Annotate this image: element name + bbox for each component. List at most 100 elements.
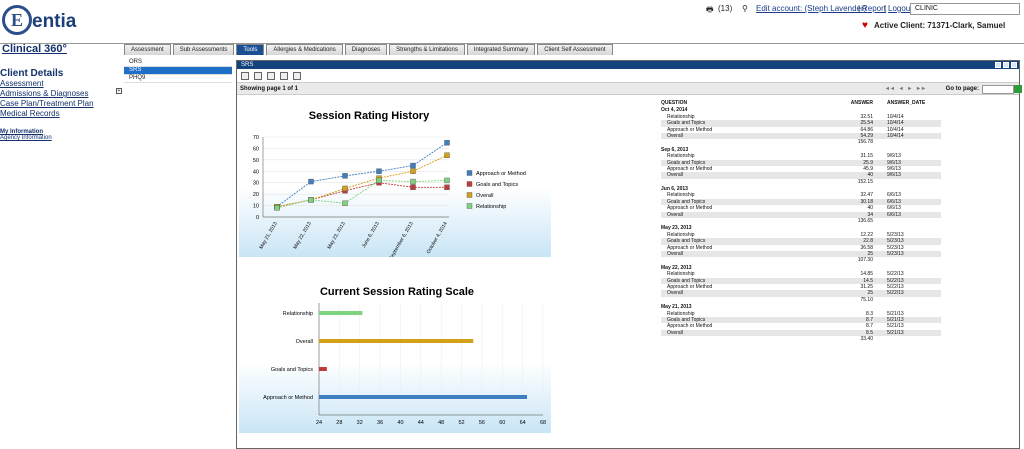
heart-icon: ♥ — [862, 20, 868, 31]
refresh-icon[interactable] — [280, 71, 288, 80]
nav-agency-information[interactable]: Agency Information — [0, 135, 122, 141]
data-point — [308, 178, 314, 185]
bar-approach-or-method — [319, 395, 528, 399]
tab-tools[interactable]: Tools — [236, 44, 265, 55]
col-answer: ANSWER — [850, 100, 873, 106]
data-point — [342, 173, 348, 179]
y-tick-label: 0 — [256, 215, 259, 221]
nav-medical-records[interactable]: Medical Records — [0, 109, 122, 119]
edit-account-link[interactable]: Edit account: (Steph Lavender) — [756, 4, 866, 13]
group-total: 33.40 — [661, 336, 941, 342]
pager-nav-icons[interactable]: ◂◂ ◂ ▸ ▸▸ — [886, 83, 927, 95]
col-question: QUESTION — [661, 100, 688, 106]
legend-label: Overall — [476, 193, 493, 199]
panel-title: SRS — [241, 62, 254, 68]
data-point — [410, 168, 416, 174]
print-icon[interactable] — [267, 71, 275, 80]
cell-date: 5/22/13 — [887, 290, 904, 297]
cell-date: 9/6/13 — [887, 172, 901, 179]
x-tick-label: 52 — [458, 420, 464, 426]
export-icon[interactable] — [254, 71, 262, 80]
go-button[interactable] — [1014, 85, 1022, 93]
nav-admissions[interactable]: Admissions & Diagnoses — [0, 89, 122, 99]
tab-diagnoses[interactable]: Diagnoses — [344, 44, 388, 55]
module-title[interactable]: Clinical 360° — [2, 43, 67, 55]
sublist-item-phq9[interactable]: PHQ9 — [124, 75, 232, 83]
tab-sub-assessments[interactable]: Sub Assessments — [172, 44, 235, 55]
logout-link[interactable]: Logout — [888, 4, 912, 13]
printer-icon[interactable]: 🖶 — [706, 4, 714, 18]
tab-integrated-summary[interactable]: Integrated Summary — [466, 44, 536, 55]
data-point — [274, 205, 280, 211]
active-client: Active Client: 71371-Clark, Samuel — [874, 21, 1006, 30]
legend-label: Approach or Method — [476, 171, 526, 177]
data-point — [410, 162, 416, 169]
x-tick-label: 32 — [357, 420, 363, 426]
nav-case-plan[interactable]: Case Plan/Treatment Plan — [0, 99, 122, 109]
expand-icon[interactable]: + — [116, 88, 122, 94]
nav-assessment[interactable]: Assessment — [0, 79, 122, 89]
cell-date: 5/21/13 — [887, 329, 904, 336]
bar-relationship — [319, 311, 363, 315]
group-total: 136.65 — [661, 218, 941, 224]
data-point — [444, 184, 450, 190]
goto-label: Go to page: — [945, 86, 979, 92]
tab-allergies-medications[interactable]: Allergies & Medications — [266, 44, 343, 55]
series-line-goals-and-topics — [276, 182, 447, 208]
panel-header: SRS — [237, 61, 1019, 69]
col-date: ANSWER_DATE — [887, 100, 926, 106]
tab-assessment[interactable]: Assessment — [124, 44, 171, 55]
data-point — [376, 177, 382, 184]
x-tick-label: 48 — [438, 420, 444, 426]
copy-icon[interactable] — [293, 71, 301, 80]
sublist-item-srs[interactable]: SRS — [124, 67, 232, 75]
cell-total: 156.78 — [857, 139, 873, 146]
data-point — [342, 200, 348, 206]
group-total: 75.10 — [661, 297, 941, 303]
goto-page-input[interactable] — [982, 85, 1014, 94]
legend-label: Goals and Topics — [476, 182, 518, 188]
clinic-select[interactable]: CLINIC — [910, 3, 1020, 15]
legend-label: Relationship — [476, 204, 506, 210]
sublist-item-ors[interactable]: ORS — [124, 59, 232, 67]
scale-chart-box: Current Session Rating Scale 24 28 32 36 40 44… — [239, 275, 551, 433]
page-status: Showing page 1 of 1 — [240, 86, 299, 92]
data-point — [342, 185, 348, 192]
x-tick-label: 36 — [377, 420, 383, 426]
data-point — [410, 184, 416, 190]
x-tick-label: October 4, 2014 — [426, 221, 449, 255]
x-tick-label: 44 — [418, 420, 424, 426]
x-tick-label: 60 — [499, 420, 505, 426]
cell-total: 75.10 — [860, 296, 873, 303]
minimize-icon[interactable] — [995, 62, 1001, 68]
close-icon[interactable] — [1011, 62, 1017, 68]
group-total: 152.15 — [661, 179, 941, 185]
cell-total: 136.65 — [857, 218, 873, 225]
message-count[interactable]: (13) — [718, 4, 732, 13]
x-tick-label: May 23, 2013 — [326, 221, 346, 250]
y-tick-label: 70 — [253, 135, 259, 141]
tab-strengths-limitations[interactable]: Strengths & Limitations — [389, 44, 465, 55]
bar-goals-and-topics — [319, 367, 327, 371]
group-total: 107.30 — [661, 257, 941, 263]
x-tick-label: 56 — [479, 420, 485, 426]
tab-client-self-assessment[interactable]: Client Self Assessment — [537, 44, 613, 55]
bar-overall — [319, 339, 474, 343]
x-tick-label: 40 — [397, 420, 403, 426]
report-link[interactable]: Report — [862, 4, 886, 13]
pin-icon[interactable]: ⚲ — [742, 4, 748, 13]
cell-date: 5/23/13 — [887, 250, 904, 257]
legend-swatch — [466, 192, 473, 198]
top-bar: E entia 🖶 (13) ⚲ Edit account: (Steph La… — [0, 0, 1024, 44]
panel-toolbar — [237, 69, 1019, 83]
save-icon[interactable] — [241, 71, 249, 80]
client-details-title: Client Details — [0, 68, 64, 79]
data-point — [444, 140, 450, 146]
data-point — [444, 152, 450, 158]
assessment-sublist: ORS SRS PHQ9 — [124, 59, 232, 83]
maximize-icon[interactable] — [1003, 62, 1009, 68]
bar-label: Relationship — [283, 311, 313, 317]
cell-date: 6/6/13 — [887, 211, 901, 218]
cell-date: 10/4/14 — [887, 132, 904, 139]
table-header: QUESTION ANSWER ANSWER_DATE — [661, 100, 941, 106]
